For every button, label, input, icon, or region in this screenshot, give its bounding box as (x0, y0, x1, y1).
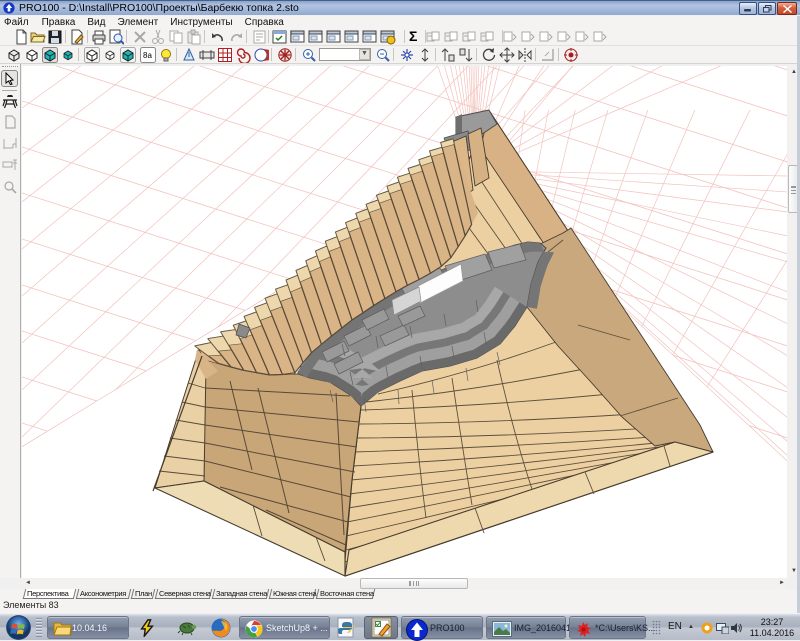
svg-text:8a: 8a (143, 51, 152, 60)
